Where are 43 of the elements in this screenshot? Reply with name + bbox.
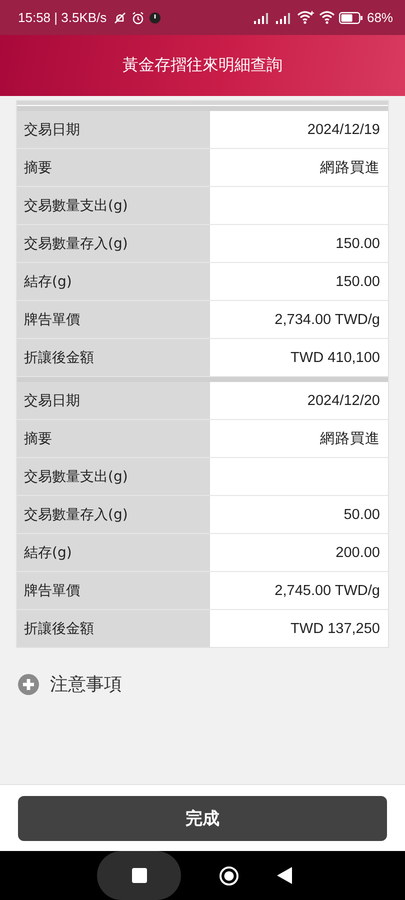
field-value: 150.00 <box>334 234 381 254</box>
mute-icon <box>112 10 127 24</box>
square-icon <box>132 868 146 883</box>
field-value: 2024/12/19 <box>306 120 381 140</box>
field-label: 折讓後金額 <box>17 339 210 376</box>
notice-toggle[interactable]: 注意事項 <box>16 672 122 696</box>
battery-icon <box>338 12 363 24</box>
field-label: 摘要 <box>17 420 210 457</box>
field-value: 2,745.00 TWD/g <box>274 582 381 600</box>
field-label: 交易日期 <box>17 111 210 148</box>
signal-icon <box>274 12 293 24</box>
recents-button[interactable] <box>97 851 181 900</box>
field-label: 交易數量支出(g) <box>17 458 210 495</box>
field-label: 牌告單價 <box>17 301 210 338</box>
field-label: 交易數量存入(g) <box>17 225 210 262</box>
wifi-icon <box>296 11 315 24</box>
field-value: TWD 410,100 <box>290 348 381 368</box>
field-value: 2,734.00 TWD/g <box>274 310 381 330</box>
back-button[interactable] <box>277 867 292 884</box>
field-label: 結存(g) <box>17 534 210 571</box>
field-label: 交易數量支出(g) <box>17 187 210 224</box>
field-label: 結存(g) <box>17 263 210 300</box>
field-value: 網路買進 <box>319 430 381 449</box>
field-value: 150.00 <box>334 272 381 292</box>
field-label: 牌告單價 <box>17 572 210 609</box>
battery-percent: 68% <box>366 10 393 25</box>
field-value: 網路買進 <box>319 159 381 178</box>
notification-dot-icon <box>148 12 161 24</box>
status-time: 15:58 | 3.5KB/s <box>18 10 107 25</box>
field-label: 摘要 <box>17 149 210 186</box>
field-value: 50.00 <box>342 506 381 524</box>
field-value: 2024/12/20 <box>306 392 381 410</box>
field-label: 交易數量存入(g) <box>17 496 210 533</box>
done-button[interactable]: 完成 <box>18 796 387 840</box>
signal-icon <box>252 12 271 24</box>
field-value: TWD 137,250 <box>290 620 381 638</box>
alarm-icon <box>130 10 145 24</box>
home-button[interactable] <box>219 866 239 886</box>
field-value: 200.00 <box>334 544 381 562</box>
field-label: 折讓後金額 <box>17 610 210 647</box>
field-label: 交易日期 <box>17 382 210 419</box>
page-title: 黃金存摺往來明細查詢 <box>122 55 282 76</box>
wifi-icon <box>318 11 335 24</box>
